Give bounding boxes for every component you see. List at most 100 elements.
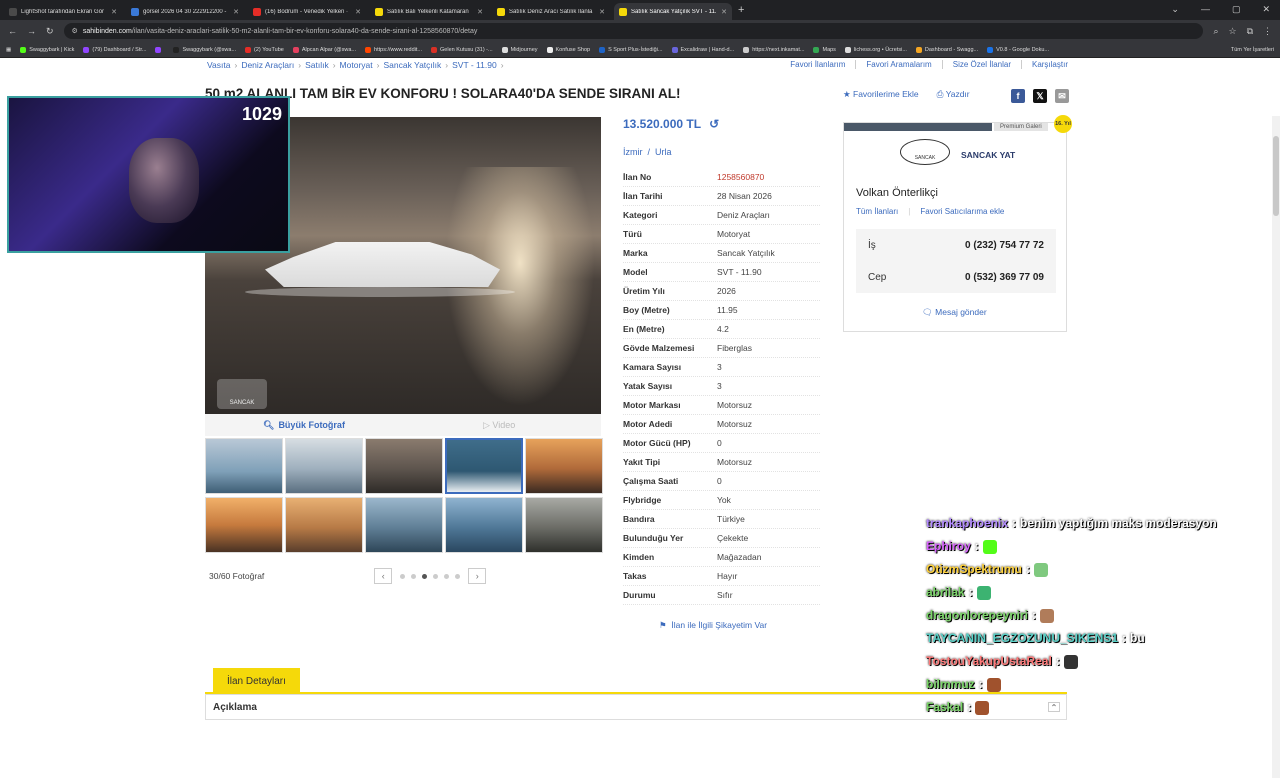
bookmark-item[interactable]: Gelen Kutusu (31) -... [431, 46, 493, 53]
send-message-button[interactable]: 🗨︎ Mesaj gönder [922, 307, 987, 318]
maximize-button[interactable]: ▢ [1232, 4, 1241, 15]
reload-icon[interactable]: ↻ [46, 26, 54, 37]
tab-close-icon[interactable]: ✕ [477, 8, 483, 16]
tab-close-icon[interactable]: ✕ [599, 8, 605, 16]
zoom-icon[interactable]: ⌕ [1213, 26, 1218, 37]
browser-tab[interactable]: Satılık Deniz Aracı Satılık İlanla ✕ [492, 3, 610, 20]
all-listings-link[interactable]: Tüm İlanları [856, 207, 898, 216]
bookmark-label: Swaggybark (@swa... [182, 46, 237, 53]
bookmark-favicon-icon [173, 46, 180, 53]
store-name[interactable]: SANCAK YAT [961, 150, 1015, 160]
minimize-button[interactable]: — [1201, 4, 1210, 15]
price-history-icon[interactable]: ↺ [709, 117, 719, 131]
chat-message: dragonlorepeyniri: [926, 604, 1280, 627]
scrollbar-thumb[interactable] [1273, 136, 1279, 216]
tab-search-icon[interactable]: ⌄ [1171, 4, 1179, 15]
bookmark-item[interactable]: V0.8 - Google Doku... [987, 46, 1049, 53]
forward-icon[interactable]: → [27, 26, 36, 36]
back-icon[interactable]: ← [8, 26, 17, 36]
bookmark-item[interactable]: lichess.org • Ücretsi... [844, 46, 907, 53]
photo-count: 30/60 Fotoğraf [209, 571, 265, 581]
tab-listing-details[interactable]: İlan Detayları [213, 668, 300, 694]
location-city[interactable]: İzmir [623, 147, 643, 157]
tab-close-icon[interactable]: ✕ [111, 8, 117, 16]
browser-tab[interactable]: Satılık Balı Yelkenli Katamaran ✕ [370, 3, 488, 20]
detail-value: Motoryat [717, 229, 751, 239]
photo-thumbnail[interactable] [205, 497, 283, 553]
tab-close-icon[interactable]: ✕ [233, 8, 239, 16]
browser-tab[interactable]: LightShot tarafından Ekran Gör ✕ [4, 3, 122, 20]
breadcrumb-item[interactable]: Motoryat [340, 60, 373, 70]
url-field[interactable]: ⚙ sahibinden.com/ilan/vasita-deniz-aracl… [63, 23, 1204, 39]
complain-link[interactable]: ⚑ İlan ile İlgili Şikayetim Var [659, 620, 767, 631]
top-link[interactable]: Favori İlanlarım [790, 60, 845, 69]
browser-tab[interactable]: (16) Bodrum - Venedik Yelken · ✕ [248, 3, 366, 20]
bookmark-item[interactable]: Maps [813, 46, 836, 53]
page-dot[interactable] [433, 573, 439, 579]
photo-thumbnail[interactable] [445, 438, 523, 494]
bookmark-item[interactable]: (2) YouTube [245, 46, 284, 53]
all-bookmarks-link[interactable]: Tüm Yer İşaretleri [1231, 47, 1274, 53]
browser-tab[interactable]: görsel 2026 04 30 222912200 - ✕ [126, 3, 244, 20]
photo-thumbnail[interactable] [445, 497, 523, 553]
breadcrumb-item[interactable]: Deniz Araçları [241, 60, 294, 70]
video-button[interactable]: ▷ Video [483, 420, 515, 431]
photo-thumbnail[interactable] [205, 438, 283, 494]
tab-close-icon[interactable]: ✕ [721, 8, 727, 16]
bookmark-item[interactable]: Swaggybark (@swa... [173, 46, 237, 53]
location-district[interactable]: Urla [655, 147, 672, 157]
close-window-button[interactable]: ✕ [1262, 4, 1270, 15]
phone-number[interactable]: 0 (532) 369 77 09 [965, 272, 1044, 283]
new-tab-button[interactable]: + [738, 4, 744, 16]
store-logo[interactable]: SANCAK [900, 139, 950, 165]
breadcrumb-item[interactable]: Vasıta [207, 60, 230, 70]
browser-tab[interactable]: Satılık Sancak Yatçılık SVT - 11. ✕ [614, 3, 732, 20]
bookmark-item[interactable]: Excalidraw | Hand-d... [671, 46, 734, 53]
phone-number[interactable]: 0 (232) 754 77 72 [965, 240, 1044, 251]
breadcrumb-item[interactable]: SVT - 11.90 [452, 60, 497, 70]
photo-thumbnail[interactable] [365, 497, 443, 553]
menu-icon[interactable]: ⋮ [1263, 26, 1272, 37]
bookmark-item[interactable] [155, 46, 164, 53]
photo-thumbnail[interactable] [525, 438, 603, 494]
photo-thumbnail[interactable] [285, 497, 363, 553]
bookmark-item[interactable]: S Sport Plus-İstediği... [599, 46, 663, 53]
photo-thumbnail[interactable] [365, 438, 443, 494]
add-favorite-button[interactable]: ★ Favorilerime Ekle [843, 89, 919, 100]
bookmark-item[interactable]: https://www.reddit... [365, 46, 422, 53]
page-dot-active[interactable] [422, 573, 428, 579]
bookmark-item[interactable]: Dashboard - Swagg... [915, 46, 978, 53]
bookmark-item[interactable]: Alpcan Alpar (@swa... [292, 46, 356, 53]
tab-close-icon[interactable]: ✕ [355, 8, 361, 16]
site-info-icon[interactable]: ⚙ [72, 27, 78, 35]
bookmark-item[interactable]: (79) Dashboard / Str... [83, 46, 146, 53]
bookmark-item[interactable]: Swaggybark | Kick [20, 46, 74, 53]
breadcrumb-item[interactable]: Satılık [305, 60, 329, 70]
extensions-icon[interactable]: ⧉ [1247, 26, 1253, 37]
top-link[interactable]: Favori Aramalarım [855, 60, 932, 69]
page-dot[interactable] [455, 573, 461, 579]
photo-thumbnail[interactable] [285, 438, 363, 494]
bookmark-star-icon[interactable]: ☆ [1228, 26, 1236, 37]
page-dot[interactable] [411, 573, 417, 579]
print-button[interactable]: ⎙ Yazdır [937, 89, 970, 100]
top-link[interactable]: Karşılaştır [1020, 60, 1068, 69]
chat-username: Faskal [926, 700, 964, 714]
bookmark-item[interactable]: Midjourney [501, 46, 538, 53]
bookmark-item[interactable]: https://next.inkamat... [743, 46, 804, 53]
next-thumbs-button[interactable]: › [468, 568, 487, 584]
top-link[interactable]: Size Özel İlanlar [941, 60, 1011, 69]
detail-row: Yakıt Tipi Motorsuz [623, 453, 820, 472]
big-photo-button[interactable]: 🔍︎ Büyük Fotoğraf [263, 420, 345, 431]
breadcrumb-item[interactable]: Sancak Yatçılık [383, 60, 441, 70]
facebook-icon[interactable]: f [1011, 89, 1025, 103]
bookmark-item[interactable]: Konfuse Shop [546, 46, 590, 53]
photo-thumbnail[interactable] [525, 497, 603, 553]
email-icon[interactable]: ✉ [1055, 89, 1069, 103]
page-dot[interactable] [400, 573, 406, 579]
x-icon[interactable]: 𝕏 [1033, 89, 1047, 103]
prev-thumbs-button[interactable]: ‹ [374, 568, 393, 584]
apps-icon[interactable]: ▦ [6, 47, 11, 53]
favorite-seller-link[interactable]: Favori Satıcılarıma ekle [920, 207, 1004, 216]
page-dot[interactable] [444, 573, 450, 579]
